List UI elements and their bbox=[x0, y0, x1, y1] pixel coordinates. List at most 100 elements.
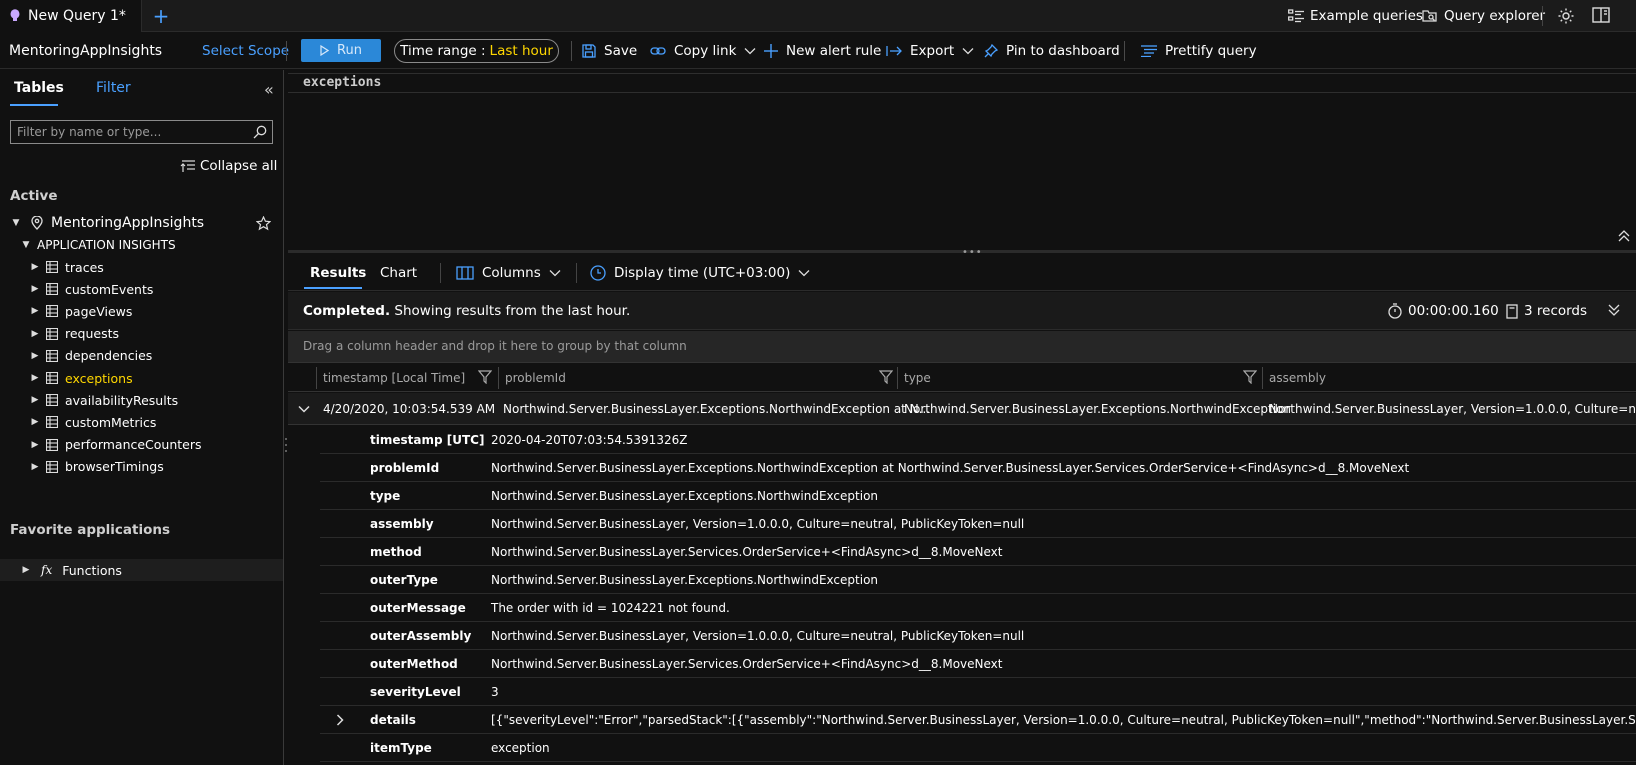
caret-right-icon[interactable]: ▶ bbox=[30, 417, 40, 427]
group-by-drop-zone[interactable]: Drag a column header and drop it here to… bbox=[288, 331, 1636, 363]
detail-row: outerAssembly Northwind.Server.BusinessLa… bbox=[320, 622, 1636, 650]
table-item[interactable]: ▶ exceptions bbox=[0, 367, 283, 389]
caret-down-icon[interactable]: ▼ bbox=[11, 218, 21, 228]
chevron-down-icon bbox=[744, 47, 756, 55]
detail-key: method bbox=[370, 544, 422, 559]
caret-right-icon[interactable]: ▶ bbox=[30, 262, 40, 272]
detail-key: severityLevel bbox=[370, 684, 461, 699]
favorites-heading: Favorite applications bbox=[10, 522, 171, 538]
time-range-picker[interactable]: Time range : Last hour bbox=[394, 39, 559, 63]
collapse-panel-icon[interactable]: « bbox=[264, 80, 274, 99]
caret-right-icon[interactable]: ▶ bbox=[30, 306, 40, 316]
caret-right-icon[interactable]: ▶ bbox=[30, 373, 40, 383]
select-scope-link[interactable]: Select Scope bbox=[202, 33, 289, 69]
detail-value: Northwind.Server.BusinessLayer, Version=… bbox=[491, 628, 1025, 643]
table-grid-icon bbox=[46, 394, 58, 407]
caret-right-icon[interactable]: ▶ bbox=[30, 395, 40, 405]
chevron-right-icon[interactable] bbox=[336, 713, 344, 726]
table-item[interactable]: ▶ performanceCounters bbox=[0, 434, 283, 456]
table-item[interactable]: ▶ customMetrics bbox=[0, 411, 283, 433]
book-layout-icon[interactable] bbox=[1592, 7, 1610, 24]
table-name: exceptions bbox=[65, 370, 133, 386]
prettify-query-button[interactable]: Prettify query bbox=[1141, 33, 1257, 69]
display-time-dropdown[interactable]: Display time (UTC+03:00) bbox=[590, 255, 810, 291]
query-tab[interactable]: New Query 1* bbox=[0, 0, 142, 32]
detail-row: problemId Northwind.Server.BusinessLayer.… bbox=[320, 454, 1636, 482]
functions-label: Functions bbox=[62, 562, 122, 578]
table-item[interactable]: ▶ traces bbox=[0, 256, 283, 278]
filter-funnel-icon[interactable] bbox=[478, 370, 492, 384]
table-name: dependencies bbox=[65, 348, 153, 364]
filter-box bbox=[10, 120, 273, 144]
table-name: availabilityResults bbox=[65, 392, 179, 408]
export-button[interactable]: Export bbox=[886, 33, 974, 69]
star-icon[interactable] bbox=[256, 215, 271, 231]
filter-funnel-icon[interactable] bbox=[879, 370, 893, 384]
folder-search-icon bbox=[1422, 9, 1438, 23]
caret-right-icon[interactable]: ▶ bbox=[30, 440, 40, 450]
columns-label: Columns bbox=[482, 265, 541, 281]
query-text[interactable]: exceptions bbox=[303, 75, 381, 90]
query-explorer-label: Query explorer bbox=[1444, 8, 1546, 24]
caret-right-icon[interactable]: ▶ bbox=[30, 329, 40, 339]
table-grid-icon bbox=[46, 416, 58, 429]
table-grid-icon bbox=[46, 438, 58, 451]
stopwatch-icon bbox=[1388, 303, 1402, 319]
table-grid-icon bbox=[46, 261, 58, 273]
copy-link-button[interactable]: Copy link bbox=[650, 33, 756, 69]
pin-to-dashboard-button[interactable]: Pin to dashboard bbox=[984, 33, 1120, 69]
plus-icon bbox=[764, 44, 778, 58]
cell-type: Northwind.Server.BusinessLayer.Exception… bbox=[904, 402, 1292, 416]
table-item[interactable]: ▶ requests bbox=[0, 323, 283, 345]
detail-key: timestamp [UTC] bbox=[370, 432, 485, 447]
function-fx-icon: fx bbox=[41, 563, 53, 577]
search-icon[interactable] bbox=[253, 125, 267, 139]
tab-results[interactable]: Results bbox=[310, 265, 366, 281]
caret-right-icon[interactable]: ▶ bbox=[21, 565, 31, 575]
collapse-all-button[interactable]: Collapse all bbox=[180, 158, 277, 174]
query-editor[interactable]: exceptions bbox=[288, 70, 1636, 250]
chevron-double-down-icon[interactable] bbox=[1608, 303, 1620, 317]
run-label: Run bbox=[337, 43, 362, 58]
chevron-down-icon[interactable] bbox=[298, 393, 310, 424]
column-header-assembly[interactable]: assembly bbox=[1263, 364, 1326, 392]
caret-right-icon[interactable]: ▶ bbox=[30, 462, 40, 472]
caret-down-icon[interactable]: ▼ bbox=[21, 240, 31, 250]
time-range-label: Time range : bbox=[400, 43, 486, 59]
column-header-problemid[interactable]: problemId bbox=[499, 364, 566, 392]
table-item[interactable]: ▶ browserTimings bbox=[0, 456, 283, 478]
caret-right-icon[interactable]: ▶ bbox=[30, 351, 40, 361]
columns-button[interactable]: Columns bbox=[456, 255, 561, 291]
new-alert-rule-button[interactable]: New alert rule bbox=[764, 33, 881, 69]
clock-icon bbox=[590, 265, 606, 281]
new-alert-rule-label: New alert rule bbox=[786, 43, 882, 59]
column-header-type[interactable]: type bbox=[898, 364, 931, 392]
query-explorer-button[interactable]: Query explorer bbox=[1422, 0, 1545, 32]
table-item[interactable]: ▶ customEvents bbox=[0, 278, 283, 300]
table-name: pageViews bbox=[65, 303, 133, 319]
run-button[interactable]: Run bbox=[301, 39, 381, 62]
chevron-up-double-icon[interactable] bbox=[1618, 230, 1630, 242]
filter-input[interactable] bbox=[17, 123, 242, 141]
resource-row[interactable]: ▼ MentoringAppInsights bbox=[0, 212, 283, 234]
list-icon bbox=[1288, 9, 1304, 23]
save-button[interactable]: Save bbox=[582, 33, 637, 69]
tab-filter[interactable]: Filter bbox=[96, 80, 131, 96]
tab-chart[interactable]: Chart bbox=[380, 265, 417, 281]
table-item[interactable]: ▶ dependencies bbox=[0, 345, 283, 367]
table-item[interactable]: ▶ pageViews bbox=[0, 300, 283, 322]
chevron-down-icon bbox=[798, 269, 810, 277]
add-tab-button[interactable]: + bbox=[150, 4, 172, 28]
column-header-timestamp[interactable]: timestamp [Local Time] bbox=[317, 364, 465, 392]
table-item[interactable]: ▶ availabilityResults bbox=[0, 389, 283, 411]
settings-gear-icon[interactable] bbox=[1557, 7, 1575, 25]
section-row[interactable]: ▼ APPLICATION INSIGHTS bbox=[0, 234, 283, 256]
functions-row[interactable]: ▶ fx Functions bbox=[0, 559, 283, 581]
detail-value: Northwind.Server.BusinessLayer.Exception… bbox=[491, 460, 1410, 475]
example-queries-button[interactable]: Example queries bbox=[1288, 0, 1423, 32]
tab-tables[interactable]: Tables bbox=[14, 80, 64, 96]
table-row[interactable]: 4/20/2020, 10:03:54.539 AM Northwind.Ser… bbox=[288, 393, 1636, 425]
panel-resize-handle[interactable] bbox=[284, 435, 288, 455]
caret-right-icon[interactable]: ▶ bbox=[30, 284, 40, 294]
filter-funnel-icon[interactable] bbox=[1243, 370, 1257, 384]
